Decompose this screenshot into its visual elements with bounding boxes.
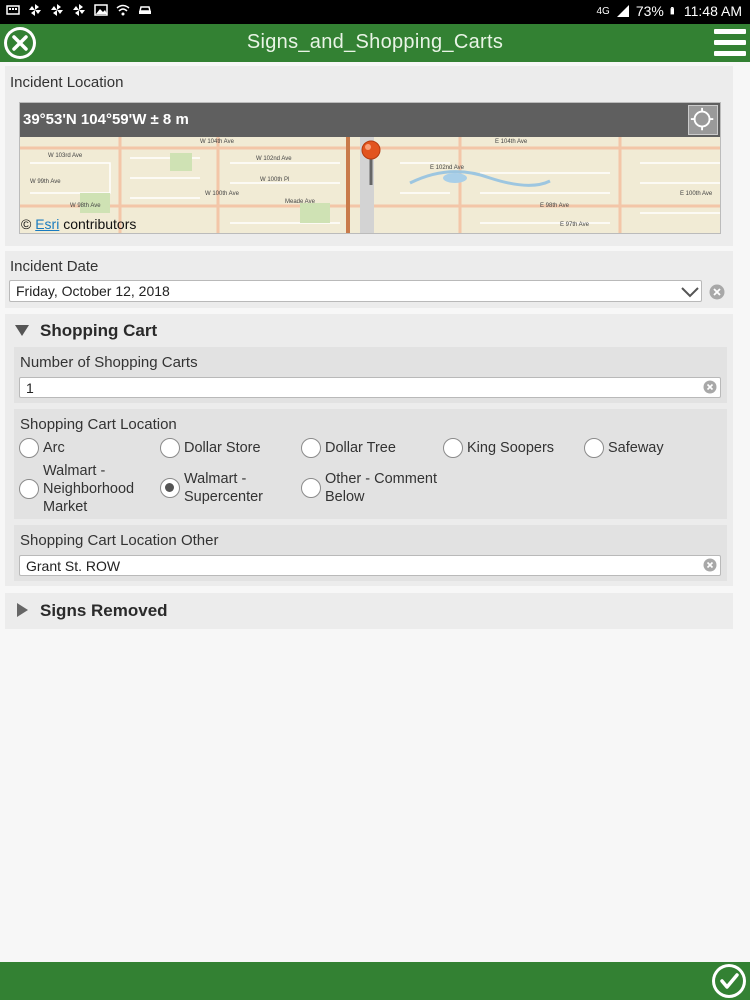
shopping-cart-header[interactable]: Shopping Cart xyxy=(40,321,157,341)
clear-count-icon[interactable] xyxy=(703,380,717,394)
map-street-label: W 100th Ave xyxy=(205,191,240,197)
title-bar: Signs_and_Shopping_Carts xyxy=(0,24,750,62)
incident-date-label: Incident Date xyxy=(10,258,99,275)
map-street-label: E 102nd Ave xyxy=(430,165,465,171)
radio-button[interactable] xyxy=(443,438,463,458)
radio-walmart-supercenter[interactable]: Walmart - Supercenter xyxy=(160,470,274,506)
radio-label: Safeway xyxy=(608,440,664,456)
radio-label: Walmart - Neighborhood Market xyxy=(43,463,135,515)
radio-dollar-tree[interactable]: Dollar Tree xyxy=(301,438,396,458)
radio-arc[interactable]: Arc xyxy=(19,438,65,458)
map-street-label: W 102nd Ave xyxy=(256,156,292,162)
battery-percent: 73% xyxy=(635,3,664,19)
status-icons-right: 4G 73% 11:48 AM xyxy=(597,3,743,19)
hamburger-icon xyxy=(714,29,746,34)
footer-bar xyxy=(0,962,750,1000)
locate-me-button[interactable] xyxy=(688,105,718,135)
cart-location-label: Shopping Cart Location xyxy=(20,416,177,433)
cart-count-label: Number of Shopping Carts xyxy=(20,354,198,371)
expand-triangle-icon[interactable] xyxy=(17,603,28,617)
clock: 11:48 AM xyxy=(683,3,742,19)
map-street-label: E 97th Ave xyxy=(560,222,590,228)
coordinate-bar: 39°53'N 104°59'W ± 8 m xyxy=(20,103,720,137)
collapse-triangle-icon[interactable] xyxy=(15,325,29,336)
radio-label: Dollar Store xyxy=(184,440,261,456)
radio-label: Other - Comment Below xyxy=(325,471,437,505)
map-pin-icon xyxy=(361,140,381,185)
radio-label: King Soopers xyxy=(467,440,555,456)
radio-king-soopers[interactable]: King Soopers xyxy=(443,438,554,458)
map-street-label: E 100th Ave xyxy=(680,191,713,197)
map-street-label: W 104th Ave xyxy=(200,139,235,145)
status-bar: 4G 73% 11:48 AM xyxy=(0,0,750,24)
cart-location-other-label: Shopping Cart Location Other xyxy=(20,532,219,549)
app-title: Signs_and_Shopping_Carts xyxy=(246,31,504,53)
clear-location-other-icon[interactable] xyxy=(703,558,717,572)
radio-button[interactable] xyxy=(160,438,180,458)
radio-label: Dollar Tree xyxy=(325,440,396,456)
esri-link[interactable]: Esri xyxy=(35,216,59,232)
submit-button[interactable] xyxy=(712,964,746,998)
location-map[interactable]: W 103rd Ave W 104th Ave W 102nd Ave W 10… xyxy=(19,102,721,234)
map-street-label: W 98th Ave xyxy=(70,203,101,209)
radio-button[interactable] xyxy=(301,478,321,498)
map-street-label: Meade Ave xyxy=(285,199,316,205)
hamburger-icon xyxy=(714,51,746,56)
status-icons-left xyxy=(6,3,152,17)
attribution-suffix: contributors xyxy=(63,216,137,232)
radio-safeway[interactable]: Safeway xyxy=(584,438,664,458)
menu-button[interactable] xyxy=(714,29,746,57)
map-attribution: © Esri contributors xyxy=(21,216,136,232)
radio-button-selected[interactable] xyxy=(160,478,180,498)
radio-other[interactable]: Other - Comment Below xyxy=(301,470,455,506)
map-street-label: E 104th Ave xyxy=(495,139,528,145)
check-icon xyxy=(715,967,743,995)
chevron-down-icon xyxy=(681,287,699,298)
map-street-label: W 103rd Ave xyxy=(48,153,83,159)
crosshair-icon xyxy=(690,107,714,131)
cart-location-other-input[interactable]: Grant St. ROW xyxy=(19,555,721,576)
signal-icon xyxy=(616,5,629,17)
coordinate-readout: 39°53'N 104°59'W ± 8 m xyxy=(23,111,189,128)
incident-date-picker[interactable]: Friday, October 12, 2018 xyxy=(9,280,702,302)
incident-location-label: Incident Location xyxy=(10,74,124,91)
pinwheel-icon xyxy=(29,4,41,16)
cart-count-value: 1 xyxy=(26,379,34,396)
cart-location-other-value: Grant St. ROW xyxy=(26,557,121,574)
radio-button[interactable] xyxy=(19,438,39,458)
radio-walmart-neighborhood[interactable]: Walmart - Neighborhood Market xyxy=(19,462,153,516)
incident-date-value: Friday, October 12, 2018 xyxy=(16,283,170,299)
map-street-label: E 98th Ave xyxy=(540,203,570,209)
radio-button[interactable] xyxy=(301,438,321,458)
image-icon xyxy=(94,4,108,16)
keyboard-icon xyxy=(6,5,20,15)
attribution-copyright: © xyxy=(21,216,32,232)
radio-label: Arc xyxy=(43,440,65,456)
radio-dollar-store[interactable]: Dollar Store xyxy=(160,438,261,458)
radio-button[interactable] xyxy=(19,479,39,499)
signs-removed-header[interactable]: Signs Removed xyxy=(40,601,168,621)
pinwheel-icon xyxy=(73,4,85,16)
wifi-calling-icon xyxy=(116,4,130,16)
car-icon xyxy=(139,6,151,14)
radio-label: Walmart - Supercenter xyxy=(184,471,263,505)
hamburger-icon xyxy=(714,40,746,45)
radio-button[interactable] xyxy=(584,438,604,458)
network-type: 4G xyxy=(596,5,610,17)
clear-date-icon[interactable] xyxy=(709,284,725,300)
battery-icon xyxy=(670,7,674,15)
cart-count-input[interactable]: 1 xyxy=(19,377,721,398)
pinwheel-icon xyxy=(51,4,63,16)
map-street-label: W 100th Pl xyxy=(260,177,289,183)
map-street-label: W 99th Ave xyxy=(30,179,61,185)
